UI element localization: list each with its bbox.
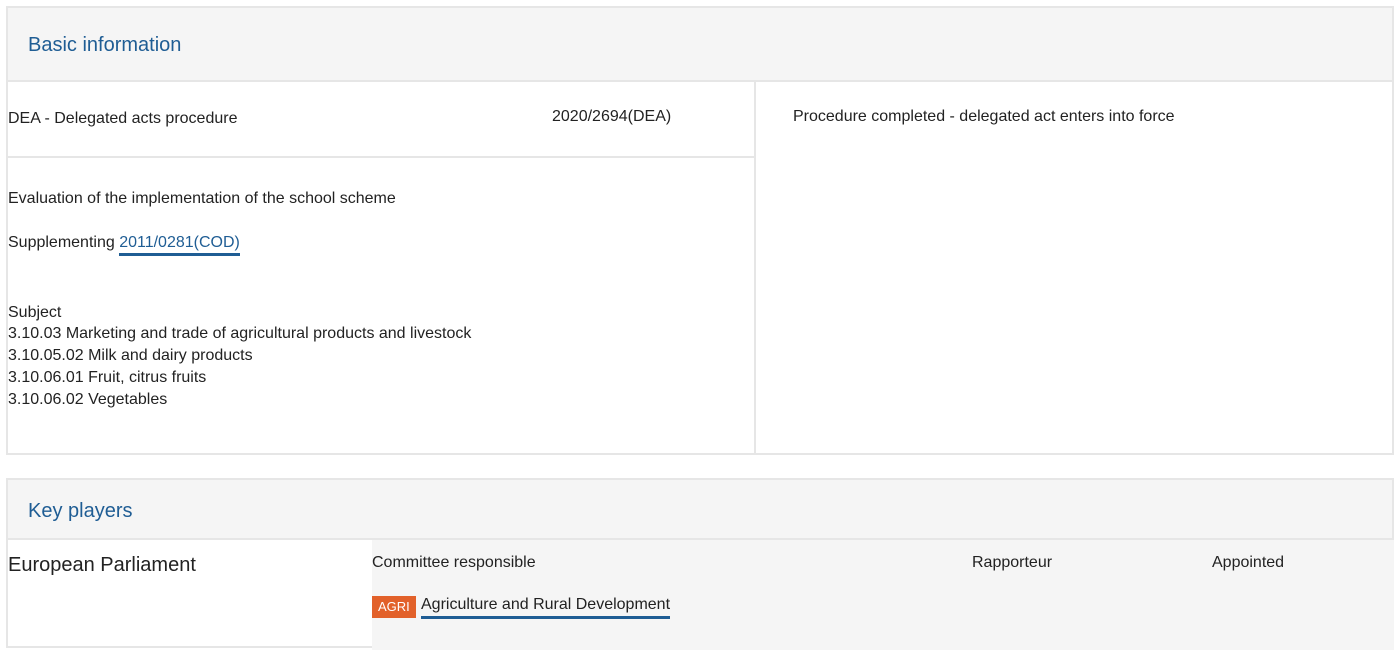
procedure-status: Procedure completed - delegated act ente… <box>793 108 1175 125</box>
key-players-title: Key players <box>28 500 133 522</box>
supplementing-reference-link[interactable]: 2011/0281(COD) <box>119 234 240 256</box>
key-players-panel: Key players European Parliament Committe… <box>6 478 1394 650</box>
procedure-type: DEA - Delegated acts procedure <box>8 110 238 127</box>
rapporteur-header: Rapporteur <box>972 554 1053 571</box>
committee-name-link[interactable]: Agriculture and Rural Development <box>421 596 671 619</box>
basic-information-panel: Basic information DEA - Delegated acts p… <box>6 6 1394 455</box>
procedure-description: Evaluation of the implementation of the … <box>8 190 396 207</box>
procedure-reference-link[interactable]: 2020/2694(DEA) <box>552 108 671 126</box>
basic-information-header: Basic information <box>8 8 1392 82</box>
committee-responsible-header: Committee responsible <box>372 554 536 571</box>
subject-item: 3.10.03 Marketing and trade of agricultu… <box>8 325 472 342</box>
column-divider <box>754 80 756 455</box>
subject-item: 3.10.06.01 Fruit, citrus fruits <box>8 369 207 386</box>
basic-information-title: Basic information <box>28 34 182 56</box>
committee-badge: AGRI <box>372 596 416 618</box>
institution-european-parliament[interactable]: European Parliament <box>8 554 196 577</box>
supplementing-row: Supplementing 2011/0281(COD) <box>8 234 240 256</box>
row-divider <box>8 156 754 158</box>
appointed-header: Appointed <box>1212 554 1285 571</box>
subject-item: 3.10.06.02 Vegetables <box>8 391 168 408</box>
subject-item: 3.10.05.02 Milk and dairy products <box>8 347 253 364</box>
subject-label: Subject <box>8 304 62 321</box>
supplementing-label: Supplementing <box>8 234 115 251</box>
key-players-header: Key players <box>8 480 1392 540</box>
